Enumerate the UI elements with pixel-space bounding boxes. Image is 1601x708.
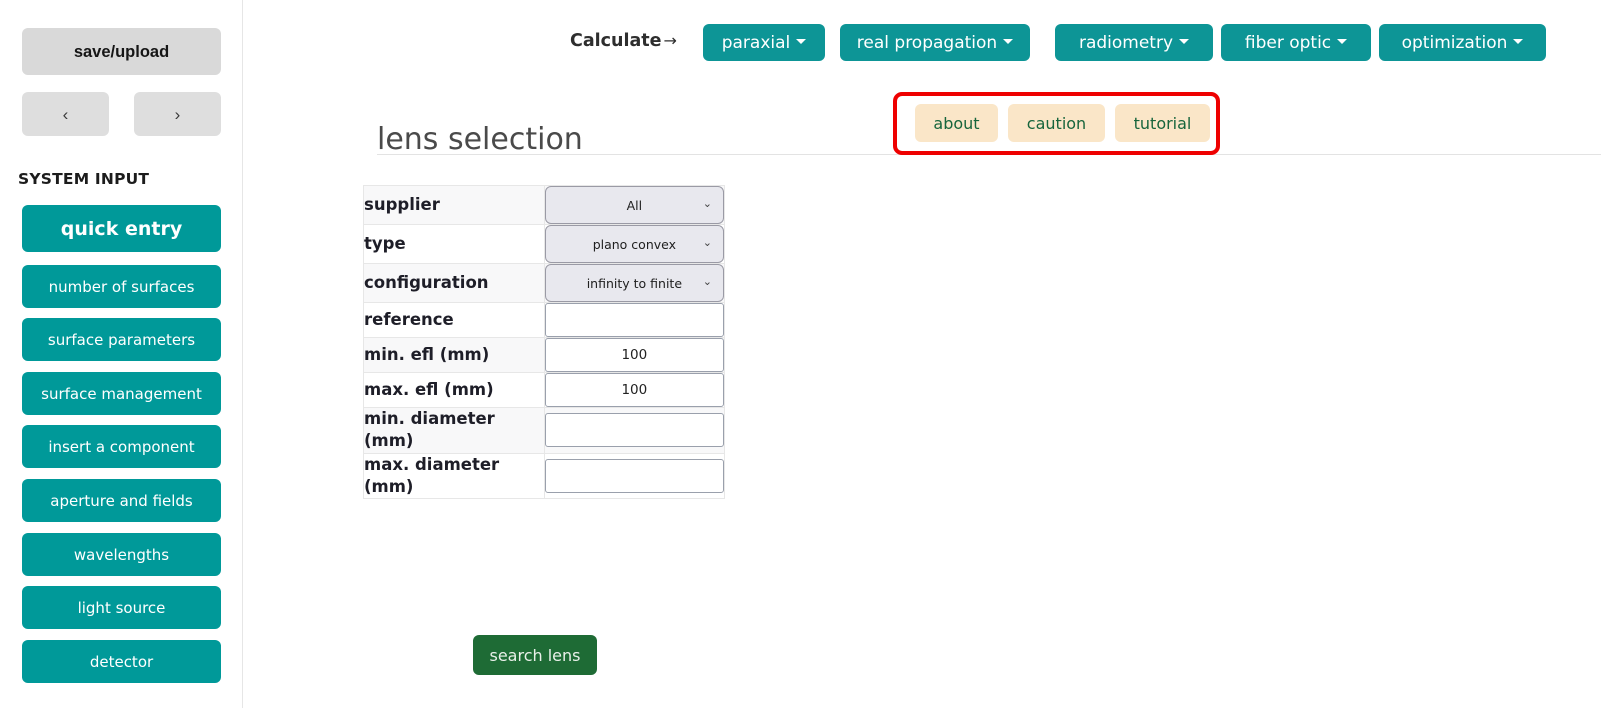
calculate-label: Calculate → <box>570 31 677 51</box>
form-row: configuration infinity to finite ⌄ <box>363 263 725 303</box>
form-label-min-efl-mm-: min. efl (mm) <box>363 337 545 373</box>
select-type[interactable]: plano convex ⌄ <box>544 225 724 263</box>
input-min-efl-mm-[interactable] <box>544 338 724 372</box>
page-title: lens selection <box>377 122 583 158</box>
search-lens-button[interactable]: search lens <box>473 635 597 675</box>
input-max-efl-mm-[interactable] <box>544 373 724 407</box>
calculate-text: Calculate <box>570 31 662 51</box>
chevron-down-icon <box>1179 39 1190 44</box>
chevron-down-icon <box>1513 39 1524 44</box>
form-row: max. diameter (mm) <box>363 453 725 499</box>
chevron-down-icon: ⌄ <box>702 236 712 250</box>
main-content: lens selection about caution tutorial supp… <box>243 82 1601 708</box>
info-button-about[interactable]: about <box>915 104 998 142</box>
input-reference[interactable] <box>544 303 724 337</box>
form-field-cell: infinity to finite ⌄ <box>544 264 724 303</box>
form-row: min. diameter (mm) <box>363 407 725 454</box>
arrow-right-icon: → <box>663 31 677 50</box>
form-field-cell <box>544 338 724 373</box>
next-page-button[interactable]: › <box>134 92 221 136</box>
sidebar-item-surface-parameters[interactable]: surface parameters <box>22 318 221 361</box>
menu-button-real-propagation[interactable]: real propagation <box>840 24 1030 61</box>
chevron-down-icon <box>1337 39 1348 44</box>
sidebar-item-detector[interactable]: detector <box>22 640 221 683</box>
form-label-max-diameter-mm-: max. diameter (mm) <box>363 453 545 499</box>
form-field-cell <box>544 303 724 338</box>
select-value: plano convex <box>592 236 677 252</box>
menu-button-label: optimization <box>1401 32 1508 53</box>
form-label-configuration: configuration <box>363 263 545 303</box>
info-button-tutorial[interactable]: tutorial <box>1115 104 1210 142</box>
form-row: type plano convex ⌄ <box>363 224 725 264</box>
form-label-max-efl-mm-: max. efl (mm) <box>363 372 545 408</box>
sidebar-item-wavelengths[interactable]: wavelengths <box>22 533 221 576</box>
menu-button-label: real propagation <box>856 32 998 53</box>
form-field-cell: plano convex ⌄ <box>544 225 724 264</box>
input-max-diameter-mm-[interactable] <box>544 458 724 493</box>
form-field-cell <box>544 373 724 408</box>
form-field-cell <box>544 408 724 454</box>
select-configuration[interactable]: infinity to finite ⌄ <box>544 264 724 302</box>
select-value: infinity to finite <box>586 275 683 291</box>
menu-button-paraxial[interactable]: paraxial <box>703 24 825 61</box>
chevron-down-icon: ⌄ <box>702 197 712 211</box>
form-label-min-diameter-mm-: min. diameter (mm) <box>363 407 545 454</box>
form-label-type: type <box>363 224 545 264</box>
lens-search-form-table: supplier All ⌄ type plano convex ⌄ configurati… <box>363 185 725 500</box>
previous-page-button[interactable]: ‹ <box>22 92 109 136</box>
sidebar-section-label: SYSTEM INPUT <box>18 170 150 188</box>
menu-button-optimization[interactable]: optimization <box>1379 24 1546 61</box>
menu-button-label: fiber optic <box>1244 32 1332 53</box>
form-label-reference: reference <box>363 302 545 338</box>
menu-button-label: paraxial <box>721 32 791 53</box>
form-label-supplier: supplier <box>363 185 545 225</box>
form-field-cell <box>544 453 724 499</box>
save-upload-button[interactable]: save/upload <box>22 28 221 75</box>
menu-button-label: radiometry <box>1078 32 1174 53</box>
sidebar-item-quick-entry[interactable]: quick entry <box>22 205 221 252</box>
sidebar-item-light-source[interactable]: light source <box>22 586 221 629</box>
sidebar: save/upload ‹ › SYSTEM INPUT quick entry… <box>0 0 243 708</box>
menu-button-fiber-optic[interactable]: fiber optic <box>1221 24 1371 61</box>
form-field-cell: All ⌄ <box>544 186 724 225</box>
select-supplier[interactable]: All ⌄ <box>544 186 724 224</box>
form-row: min. efl (mm) <box>363 337 725 373</box>
input-min-diameter-mm-[interactable] <box>544 413 724 448</box>
form-row: max. efl (mm) <box>363 372 725 408</box>
app-root: save/upload ‹ › SYSTEM INPUT quick entry… <box>0 0 1601 708</box>
sidebar-item-aperture-and-fields[interactable]: aperture and fields <box>22 479 221 522</box>
sidebar-item-number-of-surfaces[interactable]: number of surfaces <box>22 265 221 308</box>
select-value: All <box>626 197 643 213</box>
chevron-down-icon: ⌄ <box>702 275 712 289</box>
chevron-down-icon <box>1003 39 1014 44</box>
top-navigation-bar: Calculate → paraxial real propagation radio… <box>243 0 1601 82</box>
menu-button-radiometry[interactable]: radiometry <box>1055 24 1213 61</box>
form-row: supplier All ⌄ <box>363 185 725 225</box>
chevron-down-icon <box>796 39 807 44</box>
info-button-caution[interactable]: caution <box>1008 104 1105 142</box>
sidebar-item-insert-a-component[interactable]: insert a component <box>22 425 221 468</box>
form-row: reference <box>363 302 725 338</box>
sidebar-item-surface-management[interactable]: surface management <box>22 372 221 415</box>
